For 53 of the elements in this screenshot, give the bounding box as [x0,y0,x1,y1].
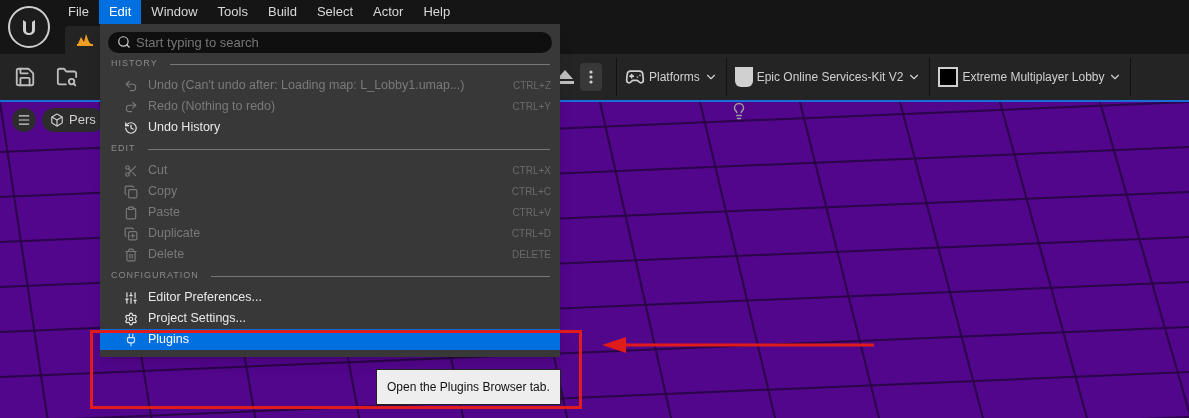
menu-bar-item[interactable]: Select [306,0,364,24]
menu-item-label: Redo (Nothing to redo) [148,98,277,116]
menu-item-label: Plugins [148,331,190,349]
menu-item-label: Project Settings... [148,310,247,328]
menu-bar-item[interactable]: Edit [98,0,142,24]
menu-item-label: Paste [148,204,181,222]
more-options-button[interactable] [580,63,602,91]
engine-logo-icon[interactable] [8,6,50,48]
shield-logo-icon [734,67,753,87]
paste-icon [124,205,138,220]
menu-item[interactable]: Editor Preferences... [100,287,560,308]
tooltip: Open the Plugins Browser tab. [376,369,561,405]
more-icon [589,70,593,84]
duplicate-icon [124,226,138,241]
menu-item-label: Duplicate [148,225,202,243]
menu-item-label: Editor Preferences... [148,289,263,307]
redo-icon [124,99,138,114]
folder-search-icon[interactable] [56,66,78,88]
menu-item-label: Cut [148,162,169,180]
menu-item-label: Delete [148,246,186,264]
toolbar-dropdown-button[interactable]: Extreme Multiplayer Lobby [930,61,1131,93]
terminal-logo-icon [938,67,959,87]
section-heading: CONFIGURATION [111,269,199,283]
menu-item[interactable]: Project Settings... [100,308,560,329]
menu-bar-item[interactable]: Tools [207,0,258,24]
section-heading: HISTORY [111,57,158,71]
gear-icon [124,311,138,326]
menu-bar-item[interactable]: Build [257,0,307,24]
gamepad-icon [625,67,645,87]
level-icon [77,34,93,46]
menu-bar-item[interactable]: Help [413,0,461,24]
copy-icon [124,184,138,199]
sliders-icon [124,290,138,305]
search-icon [117,35,131,49]
section-heading: EDIT [111,142,136,156]
plug-icon [124,332,138,347]
save-icon[interactable] [14,66,36,88]
undo-icon [124,78,138,93]
menu-item-label: Undo (Can't undo after: Loading map: L_Lobby1.umap...) [148,77,466,95]
cut-icon [124,163,138,178]
cube-icon [50,113,64,127]
toolbar-dropdown-button[interactable]: Platforms [617,61,726,93]
menu-item[interactable]: Plugins [100,329,560,350]
trash-icon [124,247,138,262]
menu-icon [17,113,31,127]
search-field[interactable]: Start typing to search [108,32,552,53]
menu-bar-item[interactable]: File [58,0,99,24]
menu-item-label: Copy [148,183,179,201]
history-icon [124,120,138,135]
toolbar-dropdown-button[interactable]: Epic Online Services-Kit V2 [726,61,930,93]
menu-item-label: Undo History [148,119,222,137]
menu-bar-item[interactable]: Actor [363,0,414,24]
menu-bar-item[interactable]: Window [141,0,208,24]
